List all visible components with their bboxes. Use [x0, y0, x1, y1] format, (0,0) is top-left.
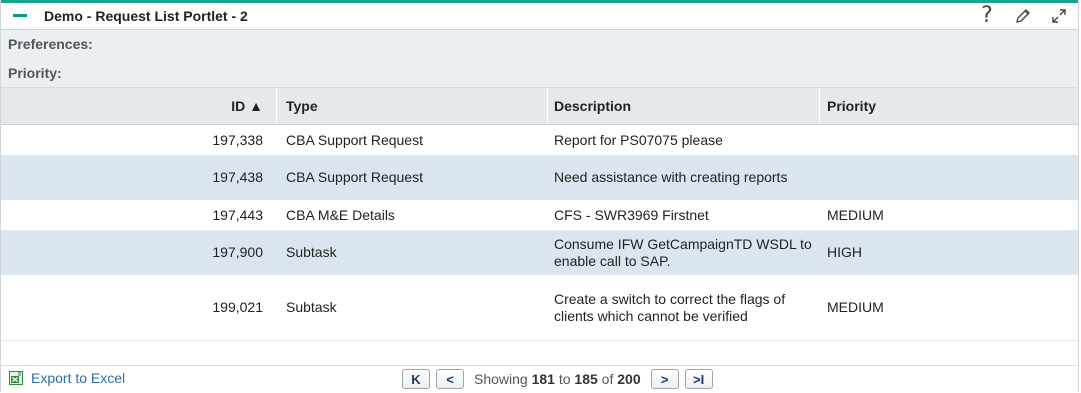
- column-divider: [547, 88, 548, 124]
- cell-priority: MEDIUM: [827, 206, 884, 223]
- column-header-description[interactable]: Description: [554, 88, 631, 124]
- column-divider: [819, 88, 820, 124]
- column-header-id[interactable]: ID ▲: [1, 88, 263, 124]
- cell-type: CBA M&E Details: [286, 206, 395, 223]
- column-header-priority[interactable]: Priority: [827, 88, 876, 124]
- cell-type: CBA Support Request: [286, 169, 423, 185]
- preferences-label: Preferences:: [8, 36, 93, 52]
- export-to-excel-link[interactable]: Export to Excel: [8, 370, 125, 386]
- chevron-left-icon: <: [446, 371, 454, 387]
- excel-icon: [9, 371, 23, 385]
- next-page-button[interactable]: >: [650, 369, 679, 389]
- cell-priority: HIGH: [827, 244, 862, 260]
- cell-description: Report for PS07075 please: [554, 131, 723, 148]
- table-row[interactable]: 197,338 CBA Support Request Report for P…: [1, 125, 1078, 156]
- first-page-icon: K: [411, 371, 421, 387]
- table-row[interactable]: 197,438 CBA Support Request Need assista…: [1, 156, 1078, 200]
- last-page-button[interactable]: >I: [684, 369, 713, 389]
- edit-button[interactable]: [1012, 5, 1034, 27]
- cell-id[interactable]: 197,338: [1, 125, 263, 155]
- cell-id[interactable]: 197,900: [1, 231, 263, 274]
- preferences-panel: Preferences: Priority:: [1, 30, 1078, 88]
- table-row[interactable]: 197,443 CBA M&E Details CFS - SWR3969 Fi…: [1, 200, 1078, 231]
- cell-description: Consume IFW GetCampaignTD WSDL to enable…: [554, 235, 812, 269]
- cell-priority: MEDIUM: [827, 299, 884, 315]
- cell-type: CBA Support Request: [286, 131, 423, 148]
- showing-prefix: Showing: [474, 371, 528, 387]
- column-divider: [276, 88, 277, 124]
- cell-description: CFS - SWR3969 Firstnet: [554, 206, 709, 223]
- table-row[interactable]: 197,900 Subtask Consume IFW GetCampaignT…: [1, 231, 1078, 275]
- expand-icon: [1052, 9, 1066, 23]
- cell-priority: [827, 156, 1027, 199]
- range-start: 181: [531, 371, 555, 387]
- request-list-portlet: Demo - Request List Portlet - 2 ? Prefer…: [0, 0, 1079, 393]
- cell-description: Need assistance with creating reports: [554, 169, 788, 185]
- export-label: Export to Excel: [31, 370, 126, 386]
- chevron-right-icon: >: [660, 371, 669, 387]
- first-page-button[interactable]: K: [402, 369, 430, 389]
- table-row[interactable]: 199,021 Subtask Create a switch to corre…: [1, 275, 1078, 341]
- cell-description: Create a switch to correct the flags of …: [554, 290, 786, 324]
- total-count: 200: [617, 371, 641, 387]
- help-button[interactable]: ?: [976, 5, 998, 27]
- last-page-icon: >I: [693, 371, 705, 387]
- maximize-button[interactable]: [1048, 5, 1070, 27]
- table-header: ID ▲ Type Description Priority: [1, 88, 1078, 125]
- pagination-status: Showing 181 to 185 of 200: [470, 371, 645, 387]
- pencil-icon: [1016, 9, 1030, 23]
- previous-page-button[interactable]: <: [436, 369, 464, 389]
- column-header-type[interactable]: Type: [286, 88, 318, 124]
- portlet-header: Demo - Request List Portlet - 2 ?: [1, 3, 1078, 30]
- range-end: 185: [574, 371, 598, 387]
- header-toolbar: ?: [976, 3, 1070, 29]
- pagination: K < Showing 181 to 185 of 200 > >I: [402, 369, 713, 389]
- cell-id[interactable]: 199,021: [1, 275, 263, 340]
- to-word: to: [558, 371, 571, 387]
- portlet-footer: Export to Excel K < Showing 181 to 185 o…: [1, 365, 1078, 393]
- cell-id[interactable]: 197,438: [1, 156, 263, 199]
- portlet-title: Demo - Request List Portlet - 2: [44, 8, 248, 24]
- table-body: 197,338 CBA Support Request Report for P…: [1, 125, 1078, 341]
- question-icon: ?: [981, 3, 993, 28]
- cell-id[interactable]: 197,443: [1, 200, 263, 230]
- minus-icon[interactable]: [13, 14, 27, 17]
- priority-filter-label: Priority:: [8, 65, 62, 81]
- of-word: of: [601, 371, 614, 387]
- cell-type: Subtask: [286, 244, 337, 260]
- cell-type: Subtask: [286, 299, 337, 315]
- cell-priority: [827, 125, 1027, 155]
